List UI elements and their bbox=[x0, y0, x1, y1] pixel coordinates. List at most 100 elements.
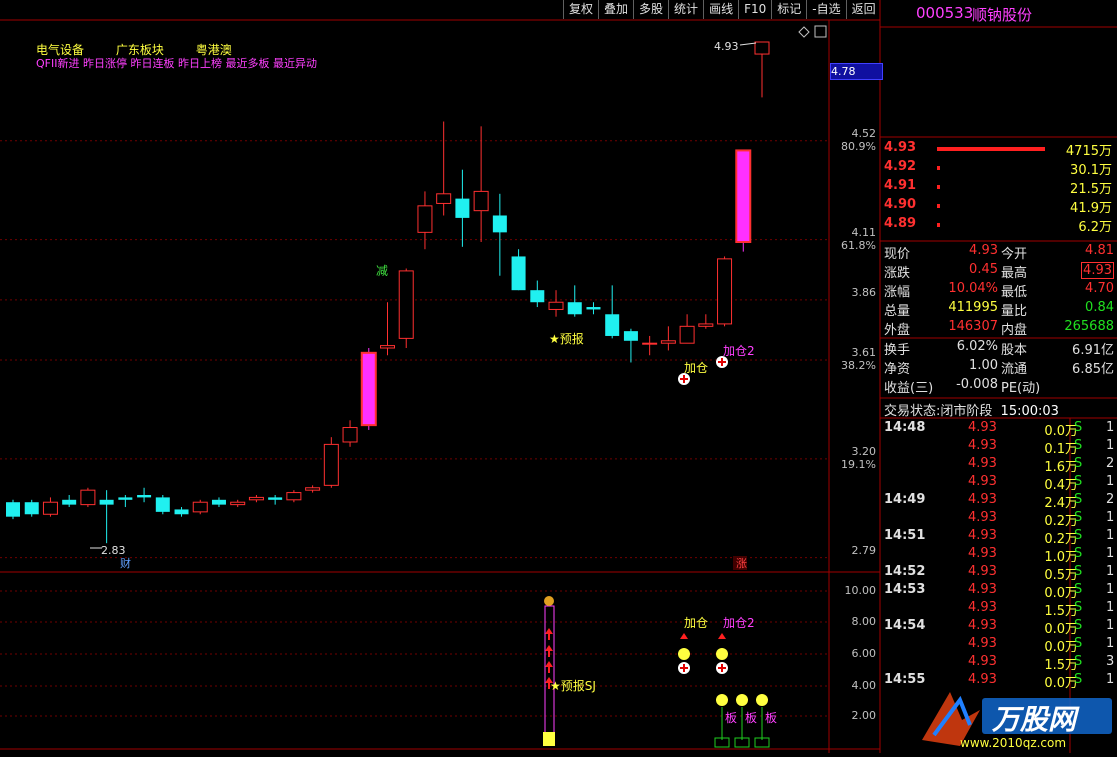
tick-volume: 0.2万 bbox=[1044, 532, 1078, 547]
toolbar-button[interactable]: 返回 bbox=[845, 0, 881, 19]
ob-volume-bar bbox=[937, 166, 940, 170]
quote-value: 0.84 bbox=[1085, 300, 1114, 315]
candle-body bbox=[492, 215, 507, 233]
orderbook-row: 4.92 30.1万 bbox=[884, 159, 1114, 178]
quote-label: 换手 bbox=[884, 343, 911, 358]
tick-time: 14:49 bbox=[884, 492, 926, 507]
candle-body bbox=[99, 499, 114, 505]
tick-side: S bbox=[1074, 492, 1083, 507]
quote-label: 总量 bbox=[884, 304, 911, 319]
tick-count: 1 bbox=[1106, 546, 1115, 561]
quote-row: 涨跌 0.45 最高 4.93 bbox=[884, 262, 1116, 281]
quote-value: 10.04% bbox=[948, 281, 998, 296]
candle-body bbox=[754, 41, 770, 55]
quote-label: 流通 bbox=[1001, 362, 1028, 377]
candle-body bbox=[398, 270, 414, 339]
tick-row: 14:51 4.93 0.2万 S 1 bbox=[884, 528, 1116, 547]
toolbar-button[interactable]: 多股 bbox=[633, 0, 668, 19]
candle-body bbox=[417, 205, 433, 233]
tick-time: 14:51 bbox=[884, 528, 926, 543]
tick-price: 4.93 bbox=[968, 618, 997, 633]
tick-volume: 0.1万 bbox=[1044, 442, 1078, 457]
orderbook-row: 4.93 4715万 bbox=[884, 140, 1114, 159]
stock-name: 顺钠股份 bbox=[972, 6, 1033, 24]
tick-side: S bbox=[1074, 636, 1083, 651]
tick-count: 2 bbox=[1106, 456, 1115, 471]
toolbar-button[interactable]: 标记 bbox=[771, 0, 806, 19]
candle-body bbox=[548, 301, 564, 310]
tick-price: 4.93 bbox=[968, 420, 997, 435]
price-axis-label: 4.52 80.9% bbox=[834, 127, 876, 153]
axis-pct: 38.2% bbox=[841, 359, 876, 373]
candle-body bbox=[42, 501, 58, 515]
tick-price: 4.93 bbox=[968, 438, 997, 453]
candle-body bbox=[605, 314, 620, 336]
tick-price: 4.93 bbox=[968, 600, 997, 615]
tick-price: 4.93 bbox=[968, 636, 997, 651]
axis-pct: 80.9% bbox=[841, 139, 876, 153]
quote-label: 现价 bbox=[884, 247, 911, 262]
tick-volume: 0.0万 bbox=[1044, 424, 1078, 439]
window-icon bbox=[814, 25, 827, 38]
toolbar-button[interactable]: 叠加 bbox=[598, 0, 633, 19]
quote-value: 6.91亿 bbox=[1072, 343, 1114, 358]
jiacang-low-marker: 加仓 bbox=[684, 616, 708, 630]
tick-side: S bbox=[1074, 456, 1083, 471]
tick-row: 4.93 1.5万 S 3 bbox=[884, 654, 1116, 673]
candle-body bbox=[268, 497, 283, 500]
candle-body bbox=[735, 149, 752, 243]
tick-price: 4.93 bbox=[968, 528, 997, 543]
tick-side: S bbox=[1074, 600, 1083, 615]
toolbar-button[interactable]: -自选 bbox=[806, 0, 845, 19]
candle-body bbox=[380, 345, 395, 349]
up-arrow-icon bbox=[545, 628, 553, 634]
tick-volume: 2.4万 bbox=[1044, 496, 1078, 511]
indicator-axis-label: 4.00 bbox=[851, 679, 877, 692]
indicator-axis-label: 2.00 bbox=[851, 709, 877, 722]
tick-side: S bbox=[1074, 618, 1083, 633]
tick-row: 4.93 1.5万 S 1 bbox=[884, 600, 1116, 619]
toolbar-button[interactable]: 复权 bbox=[563, 0, 598, 19]
quote-value: 1.00 bbox=[969, 358, 998, 373]
tick-count: 1 bbox=[1106, 510, 1115, 525]
yubao-marker: ★预报 bbox=[549, 331, 584, 346]
quote-label: PE(动) bbox=[1001, 381, 1041, 396]
tick-row: 14:48 4.93 0.0万 S 1 bbox=[884, 420, 1116, 439]
toolbar-button[interactable]: F10 bbox=[738, 0, 771, 19]
quote-label: 涨幅 bbox=[884, 285, 911, 300]
status-time: 15:00:03 bbox=[1000, 404, 1059, 419]
axis-price: 4.11 bbox=[851, 225, 877, 239]
tick-row: 4.93 0.1万 S 1 bbox=[884, 438, 1116, 457]
candle-body bbox=[137, 494, 152, 498]
tick-volume: 0.0万 bbox=[1044, 586, 1078, 601]
quote-row: 收益(三) -0.008 PE(动) bbox=[884, 377, 1116, 396]
diamond-icon bbox=[798, 26, 810, 38]
candle-body bbox=[24, 502, 39, 515]
tick-count: 1 bbox=[1106, 582, 1115, 597]
high-price-label: 4.93 bbox=[714, 40, 739, 53]
money-bag-icon bbox=[736, 694, 748, 706]
candle-body bbox=[6, 502, 20, 517]
ban-marker: 板 bbox=[725, 711, 737, 725]
quote-value: 6.85亿 bbox=[1072, 362, 1114, 377]
candle-body bbox=[530, 290, 545, 303]
quote-value: 4.81 bbox=[1085, 243, 1114, 258]
quote-label: 最低 bbox=[1001, 285, 1028, 300]
indicator-axis-label: 8.00 bbox=[851, 615, 877, 628]
toolbar-button[interactable]: 统计 bbox=[668, 0, 703, 19]
quote-value: 265688 bbox=[1064, 319, 1114, 334]
candle-body bbox=[360, 351, 377, 427]
quote-value: -0.008 bbox=[956, 377, 998, 392]
orderbook-row: 4.90 41.9万 bbox=[884, 197, 1114, 216]
candle-body bbox=[248, 496, 264, 501]
tick-row: 4.93 0.4万 S 1 bbox=[884, 474, 1116, 493]
money-bag-icon bbox=[716, 648, 728, 660]
candle-body bbox=[473, 190, 489, 212]
quote-value: 146307 bbox=[948, 319, 998, 334]
quote-label: 涨跌 bbox=[884, 266, 911, 281]
low-price-label: 2.83 bbox=[101, 544, 126, 557]
candle-body bbox=[623, 331, 638, 341]
toolbar-button[interactable]: 画线 bbox=[703, 0, 738, 19]
toolbar: 复权 叠加 多股 统计 画线 F10 标记 -自选 返回 bbox=[563, 0, 881, 20]
candle-body bbox=[305, 487, 321, 491]
